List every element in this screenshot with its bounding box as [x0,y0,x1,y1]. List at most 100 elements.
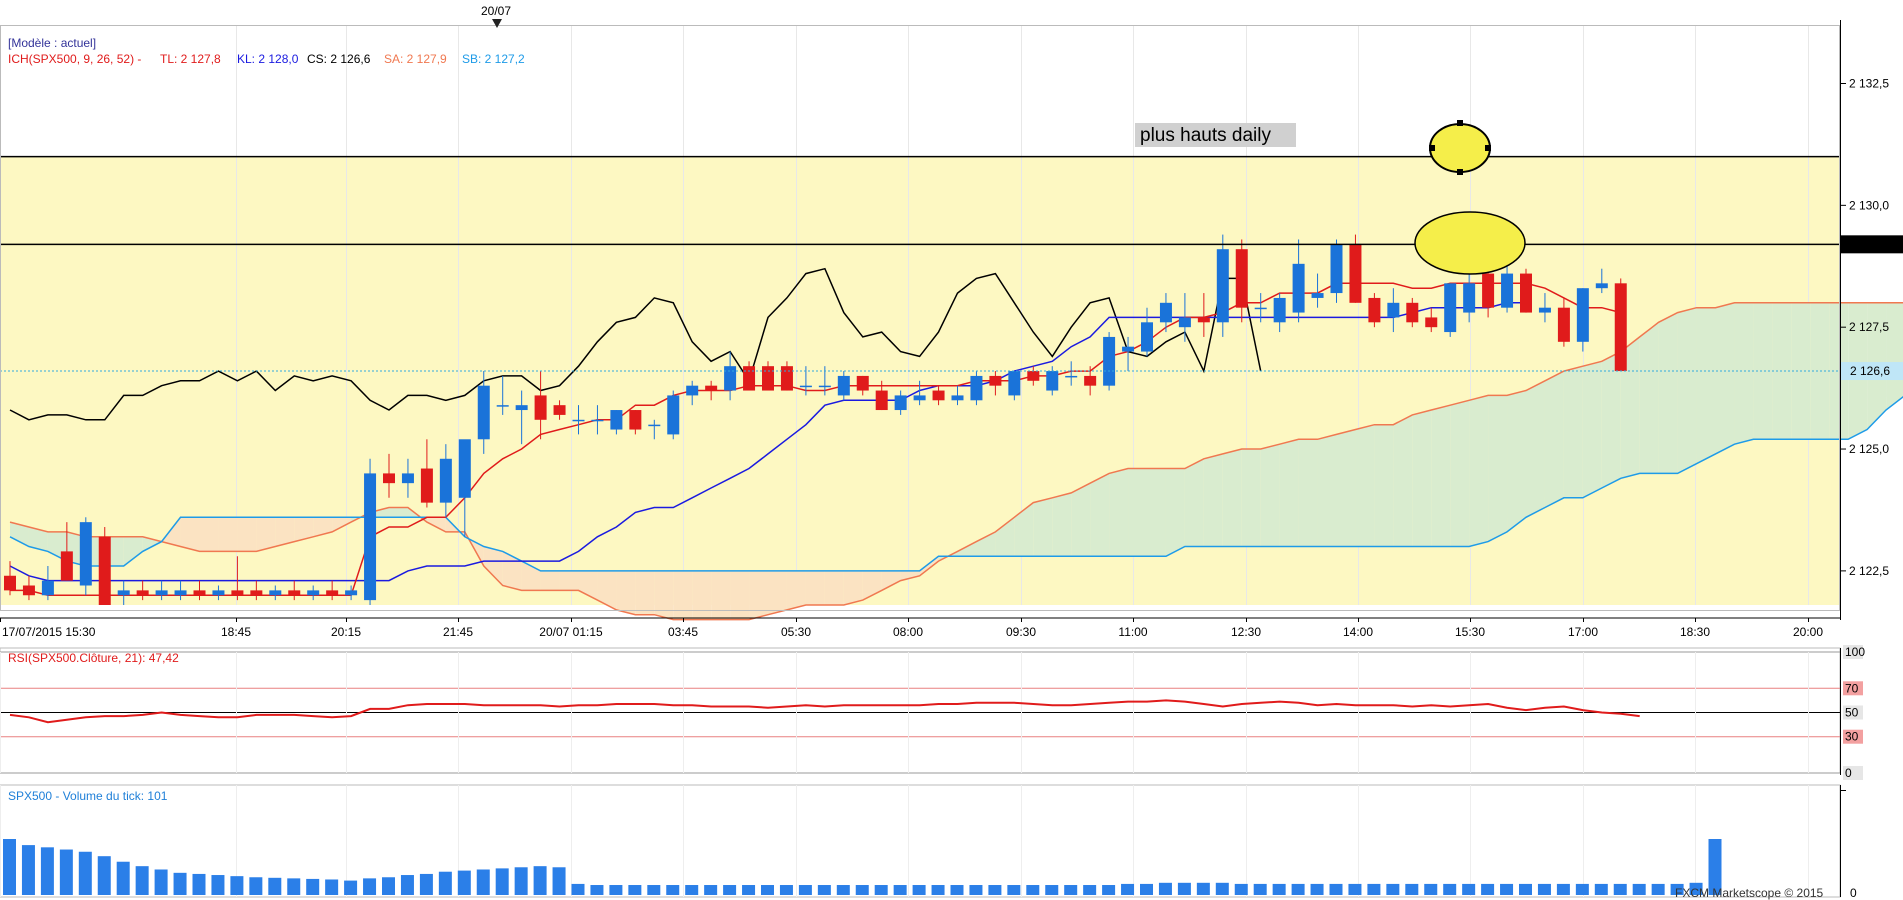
cloud-segment [1090,473,1110,557]
cloud-segment [1241,449,1261,547]
volume-bar [552,867,566,895]
cloud-segment [711,570,731,620]
candle-bear [629,410,642,430]
volume-bar [211,875,225,895]
candle-bear [932,390,945,401]
cloud-segment [1393,414,1413,547]
volume-bar [1140,883,1153,895]
volume-bar [268,877,282,895]
cloud-segment [1544,371,1564,508]
candle-bear [250,590,263,596]
volume-bar [325,879,339,895]
candle-bear [1425,317,1438,328]
volume-axis-zero: 0 [1850,886,1857,900]
cloud-segment [1469,395,1489,547]
cloud-segment [1431,405,1451,547]
time-tick-label: 03:45 [668,625,698,639]
time-tick-label: 18:45 [221,625,251,639]
candle-bull [591,419,604,422]
candle-bull [155,590,168,596]
volume-bar [912,885,926,895]
cloud-segment [1374,424,1394,547]
cloud-segment [1450,400,1470,547]
annotation-label[interactable]: plus hauts daily [1135,123,1296,147]
cloud-segment [1052,492,1072,557]
candle-bear [60,551,73,581]
volume-bar [1575,883,1589,895]
candle-bear [1027,371,1040,381]
volume-bar [950,885,964,895]
candle-bear [743,366,756,391]
cloud-segment [1165,468,1185,557]
candle-bear [1614,283,1627,372]
cloud-segment [768,570,787,615]
volume-bar [97,856,111,895]
cloud-segment [1260,444,1280,547]
legend-tl: TL: 2 127,8 [160,52,221,66]
cloud-segment [1886,302,1903,411]
volume-bar [723,885,737,895]
candle-bear [326,590,339,596]
candle-bull [174,590,187,596]
cloud-segment [1317,434,1337,547]
cloud-segment [1336,429,1356,547]
volume-bar [230,876,244,895]
candle-bull [1387,302,1400,318]
candle-bull [799,385,812,388]
volume-bar [1386,883,1400,895]
current-price-tag-text: 2 126,6 [1850,364,1890,378]
rsi-tick-label: 70 [1845,681,1859,695]
candle-bull [1122,346,1135,352]
candle-bull [686,385,699,396]
volume-bar [931,885,945,895]
volume-bar [382,877,395,895]
candle-bull [610,410,623,430]
volume-bar [1329,883,1343,895]
volume-bar [306,878,320,895]
volume-bar [1158,882,1172,895]
time-tick-label: 17/07/2015 15:30 [2,625,96,639]
candle-bear [553,405,566,415]
cloud-segment [1715,302,1735,454]
volume-bar [192,873,206,895]
cloud-segment [1601,351,1621,489]
ellipse-marker-level[interactable] [1414,211,1526,275]
annotation-text: plus hauts daily [1140,125,1271,146]
candle-bull [364,473,377,601]
volume-bar [1367,883,1381,895]
watermark: FXCM Marketscope © 2015 [1675,886,1824,900]
cloud-segment [824,570,844,605]
candle-bull [1273,297,1286,323]
cloud-segment [256,517,276,552]
cloud-segment [1147,468,1166,557]
candle-bear [762,366,774,391]
volume-bar [874,885,888,895]
candle-bear [1406,302,1419,323]
candle-bull [439,458,452,503]
volume-bar [533,866,547,895]
candle-bear [193,590,206,596]
cloud-segment [786,570,806,610]
price-tick-label: 2 127,5 [1849,320,1889,334]
volume-bar [1234,883,1248,895]
candle-bear [4,575,16,591]
time-axis[interactable]: 17/07/2015 15:30 18:45 20:15 21:45 20/07 01:… [0,617,1840,639]
volume-bar [1613,883,1627,895]
cloud-segment [218,517,238,552]
rsi-tick-label: 50 [1845,706,1859,720]
candle-bull [307,590,320,596]
volume-bar [590,885,604,895]
time-tick-label: 21:45 [443,625,473,639]
rsi-tick-label: 0 [1845,766,1852,780]
volume-bar [40,847,54,895]
rsi-axis[interactable]: 100 70 50 30 0 [1843,645,1865,780]
volume-bar [249,877,263,895]
volume-bar [59,849,73,895]
cloud-segment [843,570,863,605]
candle-bull [1008,371,1021,396]
cloud-segment [540,570,560,591]
candle-bull [41,580,54,596]
candle-bull [1103,336,1116,386]
candle-bull [477,385,490,440]
volume-bar [855,885,869,895]
